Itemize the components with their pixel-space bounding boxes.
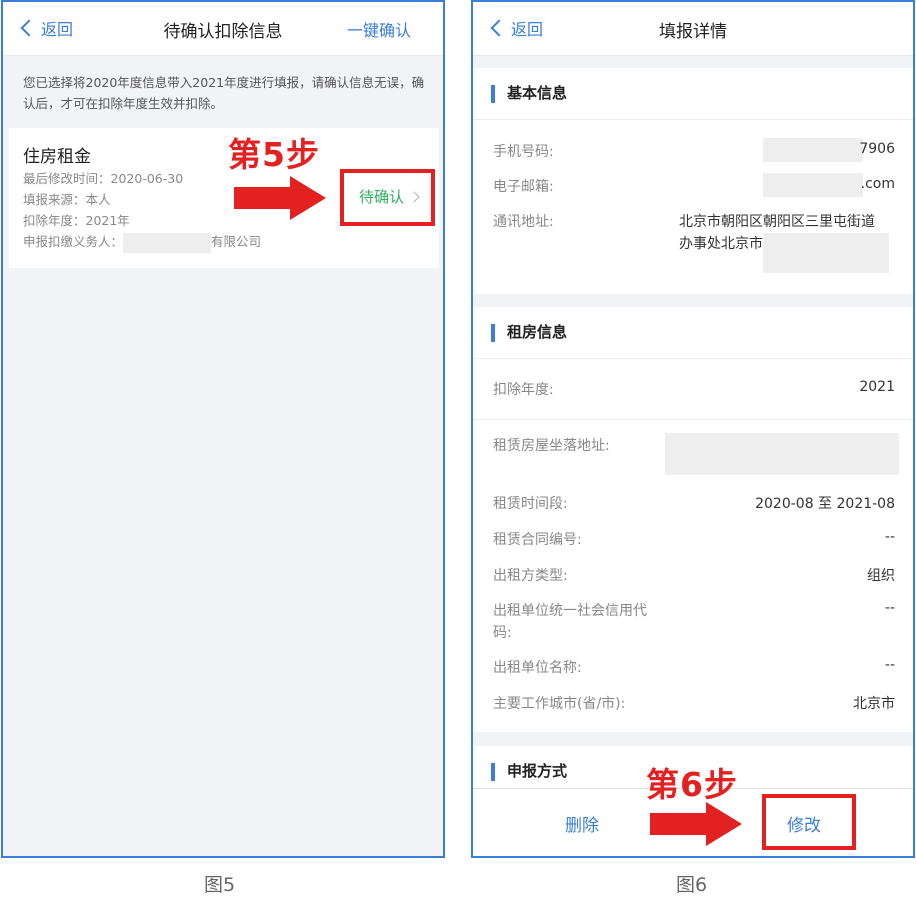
- email-label: 电子邮箱:: [493, 179, 554, 195]
- card-title: 住房租金: [23, 147, 91, 167]
- delete-button[interactable]: 删除: [565, 811, 599, 836]
- section-header: 基本信息: [473, 68, 913, 120]
- landlord-type-label: 出租方类型:: [493, 568, 568, 584]
- deduct-year-label: 扣除年度:: [493, 382, 554, 398]
- figure-caption-6: 图6: [676, 874, 708, 896]
- section-accent-bar: [491, 85, 495, 103]
- nav-bar: 返回 填报详情: [473, 2, 913, 56]
- contract-value: --: [884, 529, 895, 545]
- figure-caption-5: 图5: [204, 874, 236, 896]
- section-title: 租房信息: [507, 323, 568, 341]
- arrow-right-icon: [234, 176, 326, 220]
- step-6-label: 第6步: [646, 765, 738, 804]
- address-value: 北京市朝阳区朝阳区三里屯街道 办事处北京市: [679, 211, 889, 273]
- phone-screen-6: 返回 填报详情 基本信息 手机号码: 7906 电子邮箱: .com 通讯地址:…: [471, 0, 915, 858]
- redacted-block: [665, 433, 899, 475]
- basic-info-section: 基本信息 手机号码: 7906 电子邮箱: .com 通讯地址: 北京市朝阳区朝…: [473, 68, 913, 294]
- step-5-label: 第5步: [228, 135, 320, 174]
- period-value: 2020-08 至 2021-08: [755, 496, 895, 512]
- withholder-suffix: 有限公司: [211, 234, 262, 249]
- rent-info-section: 租房信息 扣除年度: 2021 租赁房屋坐落地址: 租赁时间段: 2020-08…: [473, 307, 913, 732]
- landlord-name-label: 出租单位名称:: [493, 660, 582, 676]
- landlord-name-value: --: [884, 657, 895, 673]
- deduct-year-value: 2021: [859, 379, 895, 395]
- landlord-type-value: 组织: [867, 568, 895, 584]
- section-header: 租房信息: [473, 307, 913, 359]
- year-text: 扣除年度：2021年: [23, 213, 130, 228]
- work-city-value: 北京市: [853, 696, 895, 712]
- section-title: 申报方式: [507, 762, 568, 780]
- withholder-prefix: 申报扣缴义务人：: [23, 234, 124, 249]
- redacted-block: [763, 138, 863, 162]
- nav-bar: 返回 待确认扣除信息 一键确认: [3, 2, 443, 56]
- last-modified-text: 最后修改时间：2020-06-30: [23, 171, 184, 186]
- email-value: .com: [860, 176, 895, 192]
- section-accent-bar: [491, 763, 495, 781]
- location-label: 租赁房屋坐落地址:: [493, 438, 610, 454]
- arrow-right-icon: [650, 802, 742, 846]
- confirm-all-button[interactable]: 一键确认: [347, 17, 411, 41]
- redacted-block: [763, 173, 863, 197]
- address-label: 通讯地址:: [493, 214, 554, 230]
- redacted-block: [123, 232, 212, 253]
- credit-code-value: --: [884, 600, 895, 616]
- highlight-box-step5: [340, 169, 435, 226]
- redacted-block: [763, 233, 889, 273]
- address-line-2: 办事处北京市: [679, 233, 889, 273]
- phone-value: 7906: [859, 141, 895, 157]
- address-line-1: 北京市朝阳区朝阳区三里屯街道: [679, 214, 875, 230]
- divider: [473, 419, 913, 420]
- period-label: 租赁时间段:: [493, 496, 568, 512]
- contract-label: 租赁合同编号:: [493, 532, 582, 548]
- phone-screen-5: 返回 待确认扣除信息 一键确认 您已选择将2020年度信息带入2021年度进行填…: [1, 0, 445, 858]
- page-title: 填报详情: [659, 22, 727, 42]
- work-city-label: 主要工作城市(省/市):: [493, 696, 626, 712]
- section-accent-bar: [491, 324, 495, 342]
- withholder-text: 申报扣缴义务人： 有限公司: [23, 231, 261, 253]
- credit-code-label: 出租单位统一社会信用代 码:: [493, 603, 647, 641]
- source-text: 填报来源：本人: [23, 192, 111, 207]
- section-title: 基本信息: [507, 84, 568, 102]
- phone-label: 手机号码:: [493, 144, 554, 160]
- notice-text: 您已选择将2020年度信息带入2021年度进行填报，请确认信息无误，确认后，才可…: [23, 75, 425, 111]
- highlight-box-step6: [762, 794, 856, 850]
